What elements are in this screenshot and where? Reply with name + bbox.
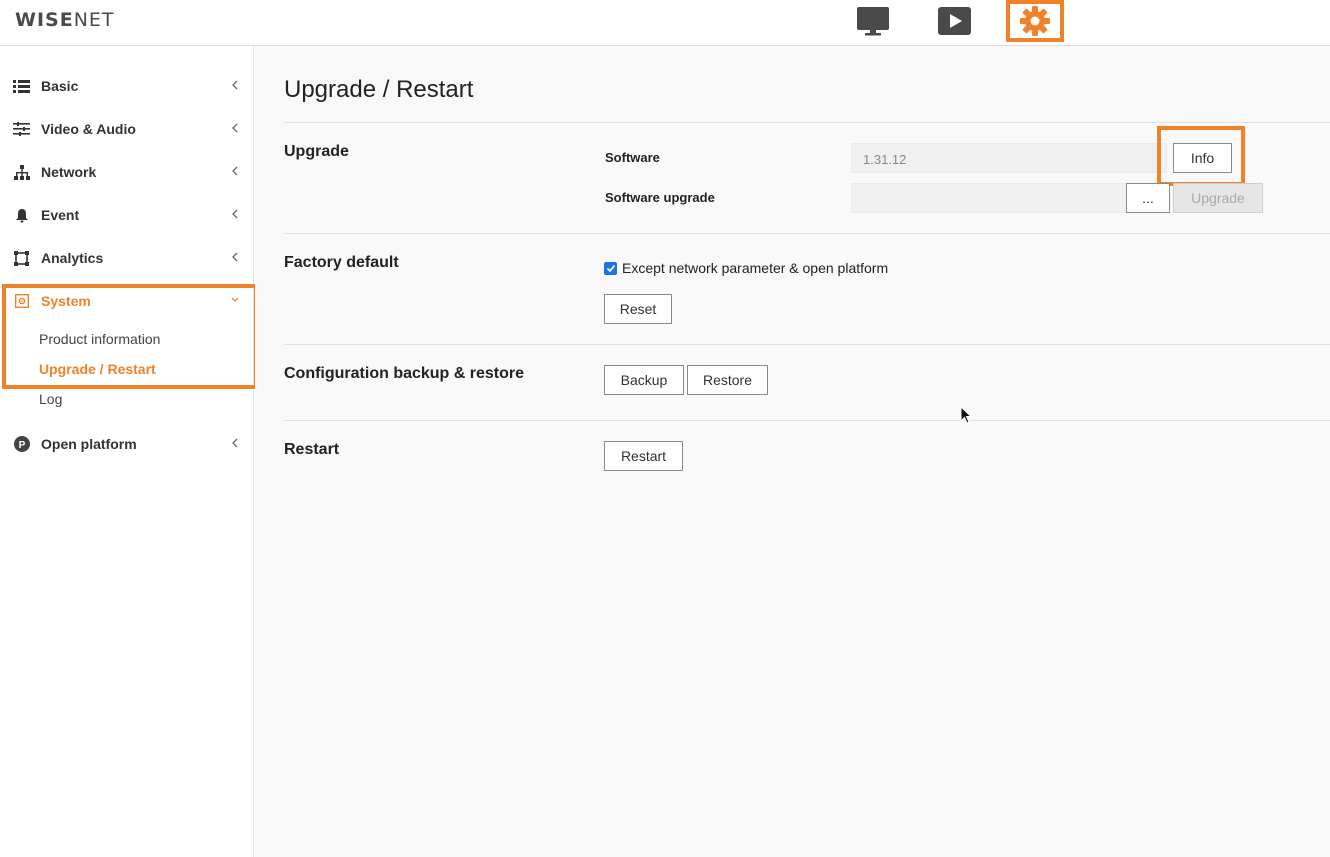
info-button[interactable]: Info bbox=[1173, 143, 1232, 173]
sidebar-subitem-product-information[interactable]: Product information bbox=[39, 331, 160, 347]
except-network-checkbox[interactable] bbox=[604, 261, 617, 275]
sidebar-item-label: Analytics bbox=[41, 250, 104, 266]
sidebar-item-video-audio[interactable]: Video & Audio bbox=[0, 114, 254, 144]
section-title-factory-default: Factory default bbox=[284, 254, 399, 271]
play-icon[interactable] bbox=[934, 0, 974, 42]
network-icon bbox=[13, 164, 30, 180]
logo-bold: WISE bbox=[15, 9, 74, 31]
sidebar-item-system[interactable]: System bbox=[0, 286, 254, 316]
sidebar-item-basic[interactable]: Basic bbox=[0, 71, 254, 101]
sidebar-item-event[interactable]: Event bbox=[0, 200, 254, 230]
upgrade-button[interactable]: Upgrade bbox=[1173, 183, 1263, 213]
chevron-left-icon bbox=[232, 80, 238, 90]
sidebar-subitem-upgrade-restart[interactable]: Upgrade / Restart bbox=[39, 361, 156, 377]
sidebar-item-label: Network bbox=[41, 164, 97, 180]
chevron-left-icon bbox=[232, 438, 238, 448]
chevron-left-icon bbox=[232, 252, 238, 262]
sidebar-item-label: Video & Audio bbox=[41, 121, 136, 137]
sliders-icon bbox=[13, 121, 30, 137]
software-upgrade-label: Software upgrade bbox=[605, 190, 715, 205]
except-network-checkbox-row[interactable]: Except network parameter & open platform bbox=[604, 260, 888, 276]
reset-button[interactable]: Reset bbox=[604, 294, 672, 324]
restore-button[interactable]: Restore bbox=[687, 365, 768, 395]
checkmark-icon bbox=[606, 264, 615, 272]
list-icon bbox=[13, 78, 30, 94]
divider bbox=[284, 420, 1330, 421]
wisenet-logo: WISENET bbox=[15, 9, 115, 31]
sidebar-subitem-log[interactable]: Log bbox=[39, 391, 62, 407]
software-upgrade-file-field[interactable] bbox=[851, 183, 1127, 213]
chevron-left-icon bbox=[232, 166, 238, 176]
software-label: Software bbox=[605, 150, 660, 165]
sidebar-item-label: Basic bbox=[41, 78, 79, 94]
sidebar: Basic Video & Audio Network Event Analyt… bbox=[0, 46, 258, 857]
divider bbox=[284, 233, 1330, 234]
backup-button[interactable]: Backup bbox=[604, 365, 684, 395]
browse-file-button[interactable]: ... bbox=[1126, 183, 1170, 213]
software-version-field: 1.31.12 bbox=[851, 143, 1167, 173]
except-network-checkbox-label: Except network parameter & open platform bbox=[622, 260, 889, 276]
system-icon bbox=[13, 293, 30, 309]
mouse-cursor-icon bbox=[960, 406, 973, 424]
sidebar-item-label: Event bbox=[41, 207, 80, 223]
open-platform-badge: P bbox=[18, 440, 25, 451]
sidebar-item-network[interactable]: Network bbox=[0, 157, 254, 187]
chevron-left-icon bbox=[232, 123, 238, 133]
main-content: Upgrade / Restart Upgrade Software 1.31.… bbox=[255, 46, 1330, 857]
page-title: Upgrade / Restart bbox=[284, 76, 474, 103]
chevron-down-icon bbox=[231, 297, 239, 302]
section-title-upgrade: Upgrade bbox=[284, 143, 349, 160]
monitor-icon[interactable] bbox=[853, 0, 893, 42]
top-header: WISENET bbox=[0, 0, 1330, 46]
section-title-restart: Restart bbox=[284, 441, 340, 458]
divider bbox=[284, 122, 1330, 123]
analytics-icon bbox=[13, 250, 30, 266]
sidebar-item-analytics[interactable]: Analytics bbox=[0, 243, 254, 273]
chevron-left-icon bbox=[232, 209, 238, 219]
restart-button[interactable]: Restart bbox=[604, 441, 683, 471]
open-platform-icon: P bbox=[13, 436, 30, 452]
logo-thin: NET bbox=[73, 9, 115, 31]
sidebar-item-label: System bbox=[41, 293, 91, 309]
sidebar-item-label: Open platform bbox=[41, 436, 137, 452]
settings-icon[interactable] bbox=[1006, 0, 1064, 42]
section-title-config-backup: Configuration backup & restore bbox=[284, 365, 525, 382]
divider bbox=[284, 344, 1330, 345]
bell-icon bbox=[13, 207, 30, 223]
sidebar-item-open-platform[interactable]: P Open platform bbox=[0, 429, 254, 459]
